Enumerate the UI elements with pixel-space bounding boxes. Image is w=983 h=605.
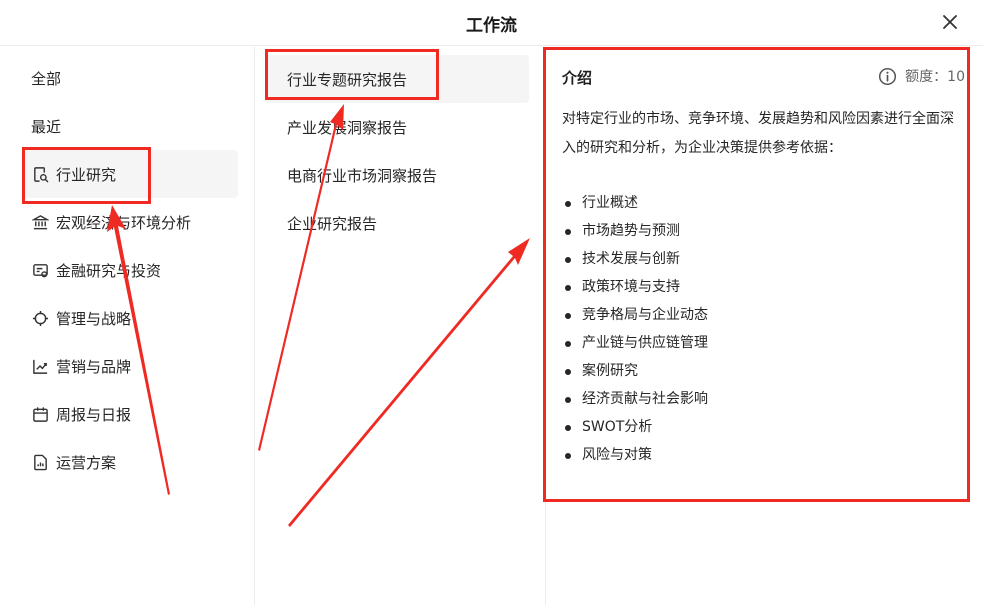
category-label: 金融研究与投资	[56, 261, 162, 280]
intro-panel: 介绍 额度：10 对特定行业的市场、竞争环境、发展趋势和风险因素进行全面深入的研…	[547, 47, 983, 605]
quota-label: 额度：10	[905, 69, 965, 85]
category-label: 管理与战略	[56, 309, 132, 328]
list-item: 政策环境与支持	[562, 273, 708, 301]
workflow-item-company-research-report[interactable]: 企业研究报告	[266, 199, 529, 247]
dialog-header: 工作流	[0, 0, 983, 46]
list-item: 技术发展与创新	[562, 245, 708, 273]
workflow-list: 行业专题研究报告 产业发展洞察报告 电商行业市场洞察报告 企业研究报告	[256, 47, 546, 605]
category-macro-economy[interactable]: 宏观经济与环境分析	[22, 198, 238, 246]
list-item: 市场趋势与预测	[562, 217, 708, 245]
workflow-label: 电商行业市场洞察报告	[287, 166, 438, 185]
quota-display: 额度：10	[878, 66, 965, 86]
list-item: 风险与对策	[562, 441, 708, 469]
close-icon	[943, 15, 957, 29]
workflow-label: 产业发展洞察报告	[287, 118, 408, 137]
workflow-item-industry-insight-report[interactable]: 产业发展洞察报告	[266, 103, 529, 151]
intro-description: 对特定行业的市场、竞争环境、发展趋势和风险因素进行全面深入的研究和分析，为企业决…	[562, 111, 954, 156]
category-label: 运营方案	[56, 453, 117, 472]
workflow-item-ecommerce-insight-report[interactable]: 电商行业市场洞察报告	[266, 151, 529, 199]
category-list: 全部 最近 行业研究 宏观经济与环境分析 金融研究与投资 管理与战略 营销与品牌…	[0, 47, 255, 605]
list-item: 行业概述	[562, 189, 708, 217]
bank-icon	[31, 213, 49, 231]
dialog-title: 工作流	[466, 16, 517, 36]
category-weekly-daily[interactable]: 周报与日报	[22, 390, 238, 438]
close-button[interactable]	[939, 11, 961, 33]
intro-item-list: 行业概述 市场趋势与预测 技术发展与创新 政策环境与支持 竞争格局与企业动态 产…	[562, 189, 708, 469]
intro-title: 介绍	[562, 69, 593, 87]
category-all[interactable]: 全部	[22, 54, 238, 102]
category-label: 全部	[31, 69, 62, 88]
category-industry-research[interactable]: 行业研究	[22, 150, 238, 198]
category-recent[interactable]: 最近	[22, 102, 238, 150]
info-icon[interactable]	[878, 67, 897, 86]
trend-chart-icon	[31, 357, 49, 375]
target-icon	[31, 309, 49, 327]
list-item: 经济贡献与社会影响	[562, 385, 708, 413]
list-item: 案例研究	[562, 357, 708, 385]
workflow-label: 行业专题研究报告	[287, 70, 408, 89]
finance-icon	[31, 261, 49, 279]
category-operation-plan[interactable]: 运营方案	[22, 438, 238, 486]
category-label: 周报与日报	[56, 405, 132, 424]
calendar-icon	[31, 405, 49, 423]
list-item: 产业链与供应链管理	[562, 329, 708, 357]
list-item: 竞争格局与企业动态	[562, 301, 708, 329]
report-icon	[31, 453, 49, 471]
category-marketing-brand[interactable]: 营销与品牌	[22, 342, 238, 390]
list-item: SWOT分析	[562, 413, 708, 441]
doc-search-icon	[31, 165, 49, 183]
category-label: 最近	[31, 117, 62, 136]
workflow-item-industry-topic-report[interactable]: 行业专题研究报告	[266, 55, 529, 103]
category-label: 营销与品牌	[56, 357, 132, 376]
category-label: 宏观经济与环境分析	[56, 213, 192, 232]
workflow-label: 企业研究报告	[287, 214, 378, 233]
category-management-strategy[interactable]: 管理与战略	[22, 294, 238, 342]
category-finance-investment[interactable]: 金融研究与投资	[22, 246, 238, 294]
category-label: 行业研究	[56, 165, 117, 184]
